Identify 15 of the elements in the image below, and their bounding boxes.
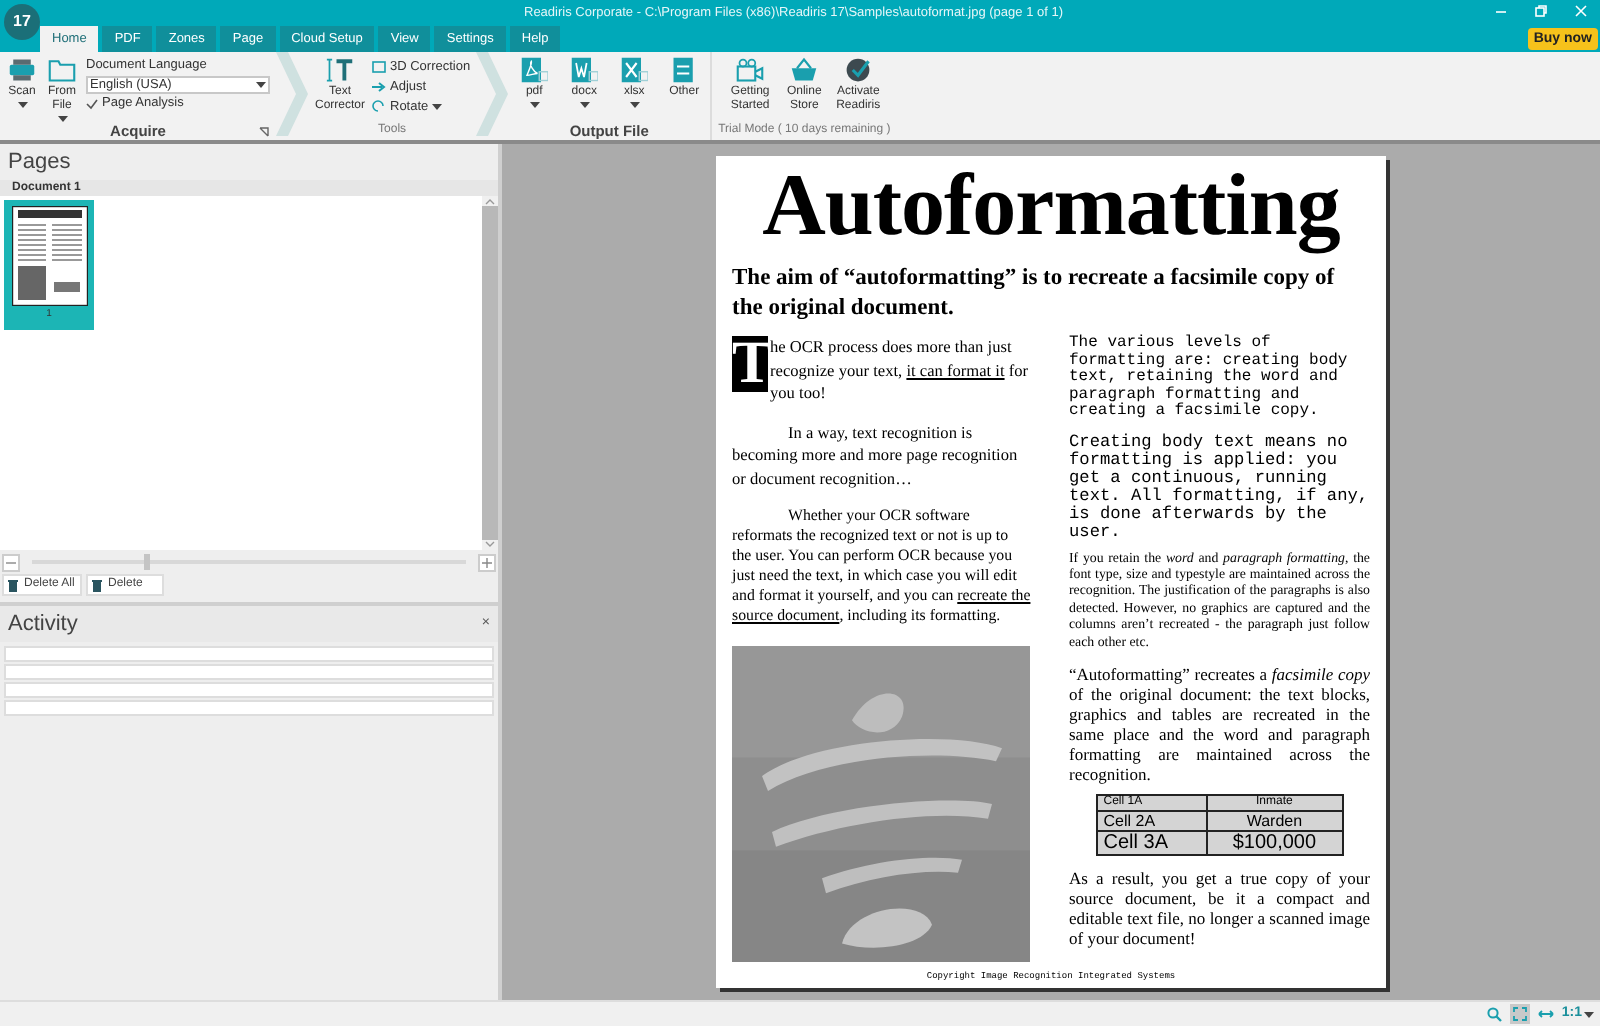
paragraph: Creating body text means no formatting is applied: you get a continuous, running text. All formatting, if any, is done afterwards by the user. bbox=[1069, 433, 1370, 541]
paragraph: “Autoformatting” recreates a facsimile copy of the original document: the text blocks, graphics and tables are recreated in the same place and the word and paragraph formatting are maintained across the recognition. bbox=[1069, 663, 1370, 784]
table-cell: Cell 2A bbox=[1096, 810, 1207, 831]
paragraph: As a result, you get a true copy of your source document, be it a compact and editable text file, no longer a scanned image of your document! bbox=[1069, 867, 1370, 948]
document-title: Autoformatting bbox=[760, 162, 1342, 250]
paragraph: In a way, text recognition is becoming more and more page recognition or document recognition… bbox=[732, 421, 1020, 490]
paragraph: he OCR process does more than just recognize your text, it can format it for you too! bbox=[770, 336, 1031, 405]
app-logo: 17 bbox=[4, 4, 40, 40]
table-cell: Warden bbox=[1206, 810, 1343, 831]
table-cell: $100,000 bbox=[1206, 830, 1343, 855]
paragraph: The various levels of formatting are: creating body text, retaining the word and paragraph formatting and creating a facsimile copy. bbox=[1069, 336, 1350, 421]
panel-title: Activity bbox=[8, 611, 78, 637]
panel-title: Pages bbox=[6, 148, 73, 178]
document-subtitle: The aim of “autoformatting” is to recreate a facsimile copy of the original document. bbox=[732, 264, 1337, 324]
table-cell: Cell 3A bbox=[1096, 830, 1207, 855]
